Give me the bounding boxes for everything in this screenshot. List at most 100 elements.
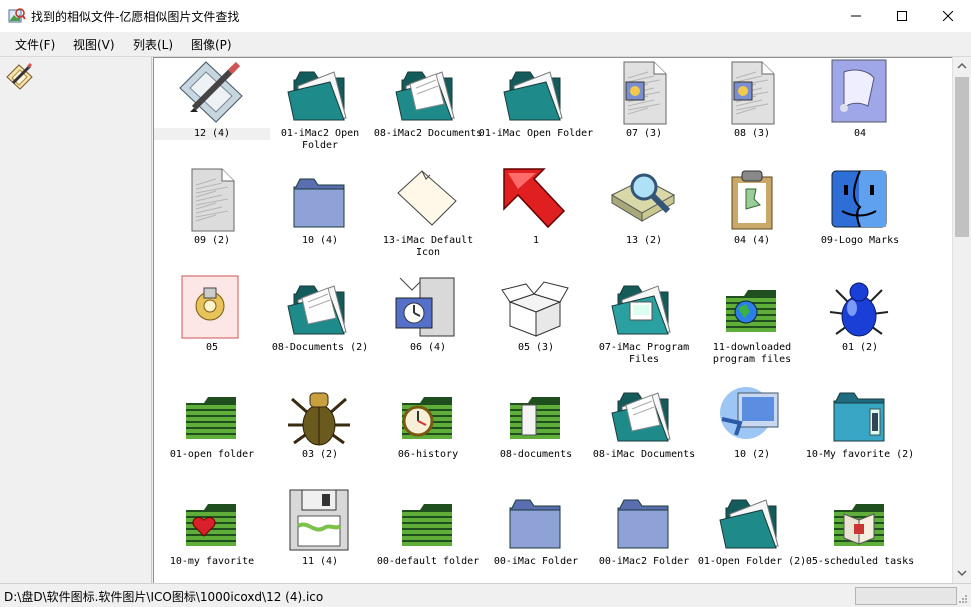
status-file-path: D:\盘D\软件图标.软件图片\ICO图标\1000icoxd\12 (4).i… [4, 590, 324, 604]
scroll-document-icon [824, 58, 894, 128]
open-folder-icon [716, 486, 786, 556]
thumbnail-item[interactable]: 06-history [370, 379, 486, 486]
menu-bar: 文件(F) 视图(V) 列表(L) 图像(P) [0, 32, 971, 57]
thumbnail-label: 00-default folder [376, 556, 480, 567]
thumbnail-item[interactable]: 01-Open Folder (2) [694, 486, 810, 584]
scroll-down-icon[interactable] [957, 569, 967, 577]
folder-icon [284, 165, 354, 235]
image-search-app-icon [8, 8, 26, 23]
thumbnail-label: 00-iMac Folder [493, 556, 579, 567]
folder-icon [608, 486, 678, 556]
menu-image[interactable]: 图像(P) [191, 36, 232, 53]
thumbnail-item[interactable]: 03 (2) [262, 379, 378, 486]
thumbnail-label: 09-Logo Marks [820, 235, 900, 246]
thumbnail-item[interactable]: 13-iMac Default Icon [370, 165, 486, 272]
documents-folder-icon [608, 379, 678, 449]
scroll-up-icon[interactable] [957, 62, 967, 70]
resize-grip-icon[interactable] [958, 594, 968, 604]
thumbnail-label: 11 (4) [301, 556, 339, 567]
globe-folder-icon [716, 272, 786, 342]
thumbnail-label: 03 (2) [301, 449, 339, 460]
menu-list[interactable]: 列表(L) [133, 36, 173, 53]
window-title: 找到的相似文件-亿愿相似图片文件查找 [31, 10, 240, 24]
thumbnail-label: 13-iMac Default Icon [382, 235, 474, 258]
thumbnail-item[interactable]: 11 (4) [262, 486, 378, 584]
thumbnail-item[interactable]: 05 [154, 272, 270, 379]
minimize-button[interactable] [833, 0, 879, 32]
documents-folder-icon [392, 58, 462, 128]
thumbnail-item[interactable]: 01-open folder [154, 379, 270, 486]
menu-file[interactable]: 文件(F) [15, 36, 55, 53]
menu-view[interactable]: 视图(V) [73, 36, 115, 53]
thumbnail-item[interactable]: 06 (4) [370, 272, 486, 379]
beetle-icon [284, 379, 354, 449]
thumbnail-item[interactable]: 04 (4) [694, 165, 810, 272]
open-folder-icon [284, 58, 354, 128]
green-documents-folder-icon [500, 379, 570, 449]
blank-document-icon [176, 165, 246, 235]
thumbnail-label: 04 [853, 128, 867, 139]
thumbnail-label: 08-Documents (2) [271, 342, 369, 353]
thumbnail-label: 01-Open Folder (2) [697, 556, 807, 567]
title-bar: 找到的相似文件-亿愿相似图片文件查找 [0, 0, 971, 32]
paint-edit-icon[interactable] [4, 61, 36, 91]
thumbnail-item[interactable]: 04 [802, 58, 918, 165]
thumbnail-item[interactable]: 10 (4) [262, 165, 378, 272]
left-pane [0, 57, 152, 583]
thumbnail-label: 13 (2) [625, 235, 663, 246]
thumbnail-item[interactable]: 07-iMac Program Files [586, 272, 702, 379]
thumbnail-label: 01-iMac2 Open Folder [280, 128, 360, 151]
thumbnail-label: 1 [532, 235, 540, 246]
thumbnail-label: 01 (2) [841, 342, 879, 353]
vertical-scrollbar[interactable] [952, 57, 971, 583]
thumbnail-label: 07-iMac Program Files [598, 342, 690, 365]
thumbnail-item[interactable]: 01 (2) [802, 272, 918, 379]
thumbnail-item[interactable]: 07 (3) [586, 58, 702, 165]
thumbnail-item[interactable]: 08-iMac2 Documents [370, 58, 486, 165]
thumbnail-label: 01-open folder [169, 449, 255, 460]
thumbnail-item[interactable]: 00-iMac Folder [478, 486, 594, 584]
thumbnail-item[interactable]: 08-Documents (2) [262, 272, 378, 379]
computer-icon [392, 272, 462, 342]
red-arrow-icon [500, 165, 570, 235]
thumbnail-item[interactable]: 01-iMac Open Folder [478, 58, 594, 165]
thumbnail-item[interactable]: 05 (3) [478, 272, 594, 379]
thumbnail-item[interactable]: 08-documents [478, 379, 594, 486]
thumbnail-item[interactable]: 08 (3) [694, 58, 810, 165]
thumbnail-label: 06 (4) [409, 342, 447, 353]
default-document-icon [392, 165, 462, 235]
thumbnail-item[interactable]: 10 (2) [694, 379, 810, 486]
thumbnail-item[interactable]: 1 [478, 165, 594, 272]
thumbnail-item[interactable]: 10-My favorite (2) [802, 379, 918, 486]
thumbnail-label: 08-iMac Documents [592, 449, 696, 460]
folder-icon [500, 486, 570, 556]
thumbnail-item[interactable]: 01-iMac2 Open Folder [262, 58, 378, 165]
thumbnail-label: 08-documents [499, 449, 573, 460]
clipboard-icon [716, 165, 786, 235]
thumbnail-item[interactable]: 05-scheduled tasks [802, 486, 918, 584]
open-folder-icon [500, 58, 570, 128]
thumbnail-gallery[interactable]: 12 (4) 01-iMac2 Open Folder 08-iMac2 Docum… [153, 57, 953, 584]
document-icon [608, 58, 678, 128]
maximize-button[interactable] [879, 0, 925, 32]
network-computer-icon [716, 379, 786, 449]
finder-face-icon [824, 165, 894, 235]
thumbnail-label: 12 (4) [154, 128, 270, 140]
thumbnail-label: 10 (2) [733, 449, 771, 460]
favorite-folder-icon [824, 379, 894, 449]
thumbnail-item[interactable]: 12 (4) [154, 58, 270, 165]
minimize-icon [851, 15, 861, 17]
heart-folder-icon [176, 486, 246, 556]
thumbnail-item[interactable]: 10-my favorite [154, 486, 270, 584]
thumbnail-item[interactable]: 00-iMac2 Folder [586, 486, 702, 584]
thumbnail-item[interactable]: 08-iMac Documents [586, 379, 702, 486]
thumbnail-item[interactable]: 00-default folder [370, 486, 486, 584]
scrollbar-thumb[interactable] [955, 77, 969, 237]
thumbnail-item[interactable]: 11-downloaded program files [694, 272, 810, 379]
thumbnail-item[interactable]: 13 (2) [586, 165, 702, 272]
close-button[interactable] [925, 0, 971, 32]
documents-folder-icon [284, 272, 354, 342]
pencil-document-icon [176, 58, 246, 128]
thumbnail-item[interactable]: 09 (2) [154, 165, 270, 272]
thumbnail-item[interactable]: 09-Logo Marks [802, 165, 918, 272]
